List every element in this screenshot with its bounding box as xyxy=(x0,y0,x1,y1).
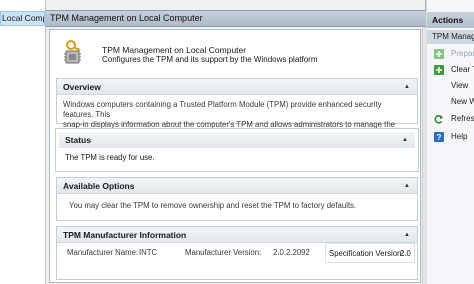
snapin-title: TPM Management on Local Computer xyxy=(102,45,247,55)
specification-version-value: 2.0 xyxy=(400,249,411,258)
overview-header[interactable]: Overview ▲ xyxy=(57,79,417,95)
overview-title: Overview xyxy=(63,82,101,92)
manufacturer-info-title: TPM Manufacturer Information xyxy=(63,230,187,240)
overview-section: Overview ▲ Windows computers containing … xyxy=(56,78,418,139)
manufacturer-info-section: TPM Manufacturer Information ▲ Manufactu… xyxy=(56,226,418,280)
action-help[interactable]: ? Help xyxy=(427,129,474,145)
refresh-icon xyxy=(434,115,443,124)
specification-version-box: Specification Version: 2.0 xyxy=(325,243,415,263)
overview-text-line1: Windows computers containing a Trusted P… xyxy=(63,100,382,119)
available-options-title: Available Options xyxy=(63,181,135,191)
available-options-text: You may clear the TPM to remove ownershi… xyxy=(69,201,357,210)
available-options-body: You may clear the TPM to remove ownershi… xyxy=(57,194,417,216)
available-options-section: Available Options ▲ You may clear the TP… xyxy=(56,177,418,221)
action-view[interactable]: View xyxy=(427,78,474,94)
svg-text:?: ? xyxy=(437,133,442,142)
action-label: New W xyxy=(451,97,474,106)
action-label: Clear T xyxy=(451,65,474,74)
manufacturer-version-value: 2.0.2.2092 xyxy=(273,248,310,257)
status-body: The TPM is ready for use. xyxy=(59,148,415,168)
manufacturer-name-label: Manufacturer Name: xyxy=(67,248,139,257)
tree-item-local-computer[interactable]: Local Comp xyxy=(0,11,45,26)
action-clear-tpm[interactable]: Clear T xyxy=(427,62,474,78)
status-section: Status ▲ The TPM is ready for use. xyxy=(56,129,418,171)
action-label: Refresh xyxy=(451,114,474,123)
actions-title: Actions xyxy=(427,12,474,28)
action-prepare-tpm[interactable]: Prepare xyxy=(427,46,474,62)
available-options-header[interactable]: Available Options ▲ xyxy=(57,178,417,194)
help-icon: ? xyxy=(434,132,444,142)
clear-tpm-icon xyxy=(434,65,444,75)
manufacturer-name-value: INTC xyxy=(139,248,158,257)
status-title: Status xyxy=(65,135,91,145)
collapse-arrow-icon[interactable]: ▲ xyxy=(404,227,410,243)
collapse-arrow-icon[interactable]: ▲ xyxy=(402,132,408,148)
specification-version-label: Specification Version: xyxy=(329,249,404,258)
status-header[interactable]: Status ▲ xyxy=(59,132,415,148)
collapse-arrow-icon[interactable]: ▲ xyxy=(404,178,410,194)
status-text: The TPM is ready for use. xyxy=(65,153,155,162)
manufacturer-info-row: Manufacturer Name: INTC Manufacturer Ver… xyxy=(57,243,417,263)
actions-pane: Actions TPM Management Prepare Clear T V… xyxy=(427,0,474,284)
action-label: Help xyxy=(451,132,468,141)
action-label: Prepare xyxy=(451,49,474,58)
collapse-arrow-icon[interactable]: ▲ xyxy=(404,79,410,95)
manufacturer-version-label: Manufacturer Version: xyxy=(185,248,262,257)
actions-subheader[interactable]: TPM Management xyxy=(427,30,474,44)
action-label: View xyxy=(451,81,469,90)
pane-title: TPM Management on Local Computer xyxy=(46,10,426,27)
action-refresh[interactable]: Refresh xyxy=(427,111,474,127)
center-pane: TPM Management on Local Computer TPM Man… xyxy=(46,0,426,284)
console-tree-pane: Local Comp xyxy=(0,0,46,284)
snapin-header: TPM Management on Local Computer Configu… xyxy=(56,36,418,74)
tpm-chip-key-icon xyxy=(64,40,81,64)
vertical-scrollbar[interactable] xyxy=(422,28,426,284)
prepare-tpm-icon xyxy=(434,49,444,59)
manufacturer-info-header[interactable]: TPM Manufacturer Information ▲ xyxy=(57,227,417,243)
snapin-description: Configures the TPM and its support by th… xyxy=(102,55,318,64)
snapin-content: TPM Management on Local Computer Configu… xyxy=(49,29,421,283)
action-new-window[interactable]: New W xyxy=(427,94,474,110)
